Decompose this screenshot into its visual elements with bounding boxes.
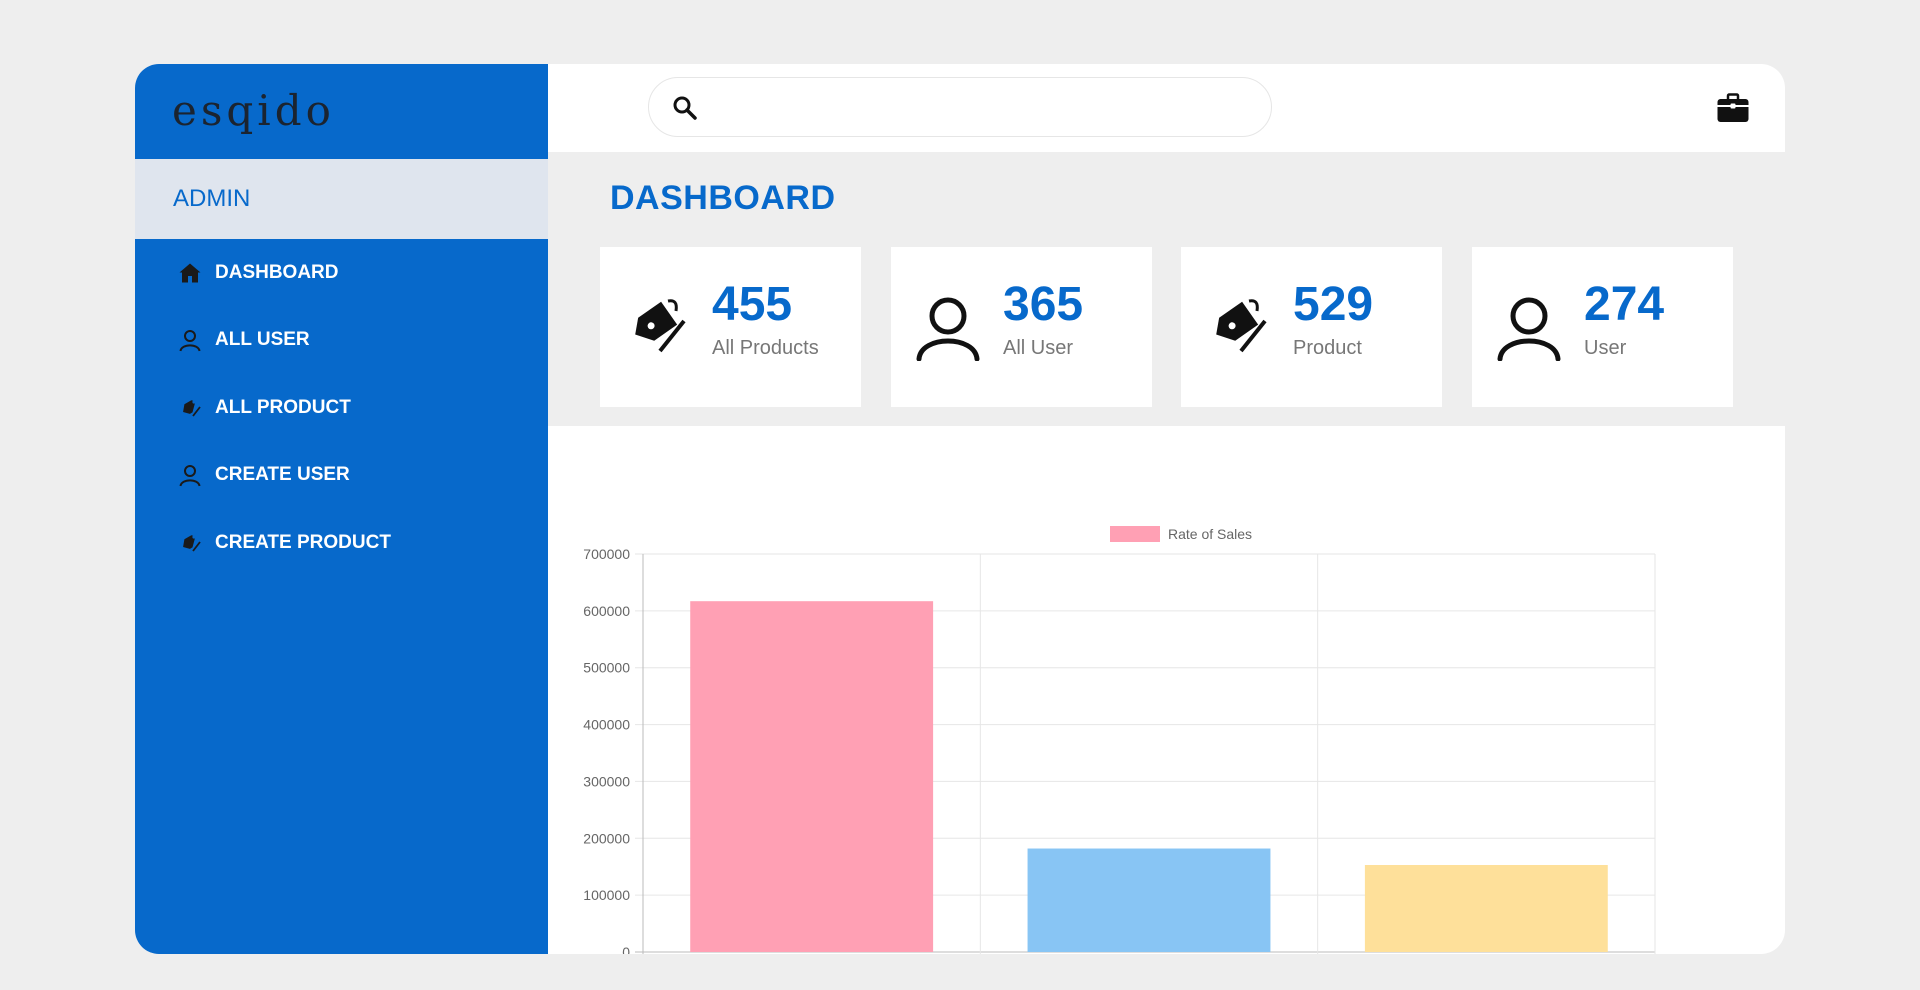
y-tick-label: 100000 — [583, 887, 630, 903]
legend-label: Rate of Sales — [1168, 526, 1252, 542]
user-icon — [913, 291, 983, 362]
tags-icon — [622, 291, 692, 361]
bar-gain — [690, 601, 934, 952]
tags-icon — [1203, 291, 1273, 361]
stat-label: User — [1584, 337, 1627, 359]
y-tick-label: 300000 — [583, 773, 630, 789]
tags-icon — [177, 395, 203, 421]
user-icon — [1494, 291, 1564, 362]
home-icon — [177, 260, 203, 286]
admin-label: ADMIN — [173, 185, 251, 212]
y-tick-label: 200000 — [583, 830, 630, 846]
y-tick-label: 700000 — [583, 546, 630, 562]
legend-swatch — [1110, 526, 1160, 542]
stat-value: 274 — [1584, 278, 1665, 331]
topbar — [548, 64, 1785, 152]
y-tick-label: 0 — [622, 944, 630, 954]
sidebar-item-dashboard[interactable]: DASHBOARD — [135, 239, 548, 307]
search-box[interactable] — [648, 77, 1272, 137]
sidebar-item-label: ALL PRODUCT — [215, 396, 351, 418]
stat-label: All Products — [712, 337, 819, 359]
sidebar-item-label: CREATE PRODUCT — [215, 531, 391, 553]
sidebar: esqido ADMIN DASHBOARD ALL USER ALL PROD… — [135, 64, 548, 954]
sidebar-item-label: CREATE USER — [215, 464, 350, 486]
search-input[interactable] — [713, 88, 1247, 128]
stat-label: Product — [1293, 337, 1362, 359]
sidebar-item-all-product[interactable]: ALL PRODUCT — [135, 374, 548, 442]
logo[interactable]: esqido — [172, 86, 335, 135]
sales-bar-chart: 700000 600000 500000 400000 300000 200000 1000… — [583, 526, 1656, 954]
tags-icon — [177, 530, 203, 556]
stat-card-all-user[interactable]: 365 All User — [891, 247, 1152, 407]
app-window: esqido ADMIN DASHBOARD ALL USER ALL PROD… — [135, 64, 1785, 954]
user-icon — [177, 462, 203, 488]
sidebar-item-label: DASHBOARD — [215, 261, 339, 283]
sidebar-nav: DASHBOARD ALL USER ALL PRODUCT CREATE US… — [135, 239, 548, 577]
y-tick-label: 400000 — [583, 717, 630, 733]
sidebar-item-create-user[interactable]: CREATE USER — [135, 442, 548, 510]
briefcase-icon[interactable] — [1715, 90, 1751, 126]
search-icon[interactable] — [671, 94, 699, 122]
admin-section: ADMIN — [135, 159, 548, 239]
bar-loses — [1027, 848, 1271, 952]
sales-chart-panel: 700000 600000 500000 400000 300000 200000 1000… — [548, 426, 1785, 954]
stat-value: 529 — [1293, 278, 1374, 331]
user-icon — [177, 327, 203, 353]
sidebar-item-label: ALL USER — [215, 329, 310, 351]
stat-value: 455 — [712, 278, 793, 331]
sidebar-item-create-product[interactable]: CREATE PRODUCT — [135, 509, 548, 577]
page-title: DASHBOARD — [610, 179, 836, 217]
stat-card-all-products[interactable]: 455 All Products — [600, 247, 861, 407]
stat-card-product[interactable]: 529 Product — [1181, 247, 1442, 407]
sidebar-item-all-user[interactable]: ALL USER — [135, 307, 548, 375]
stat-card-user[interactable]: 274 User — [1472, 247, 1733, 407]
y-tick-label: 500000 — [583, 660, 630, 676]
bar-profit — [1364, 865, 1608, 952]
y-tick-label: 600000 — [583, 603, 630, 619]
stat-value: 365 — [1003, 278, 1084, 331]
stat-label: All User — [1003, 337, 1074, 359]
